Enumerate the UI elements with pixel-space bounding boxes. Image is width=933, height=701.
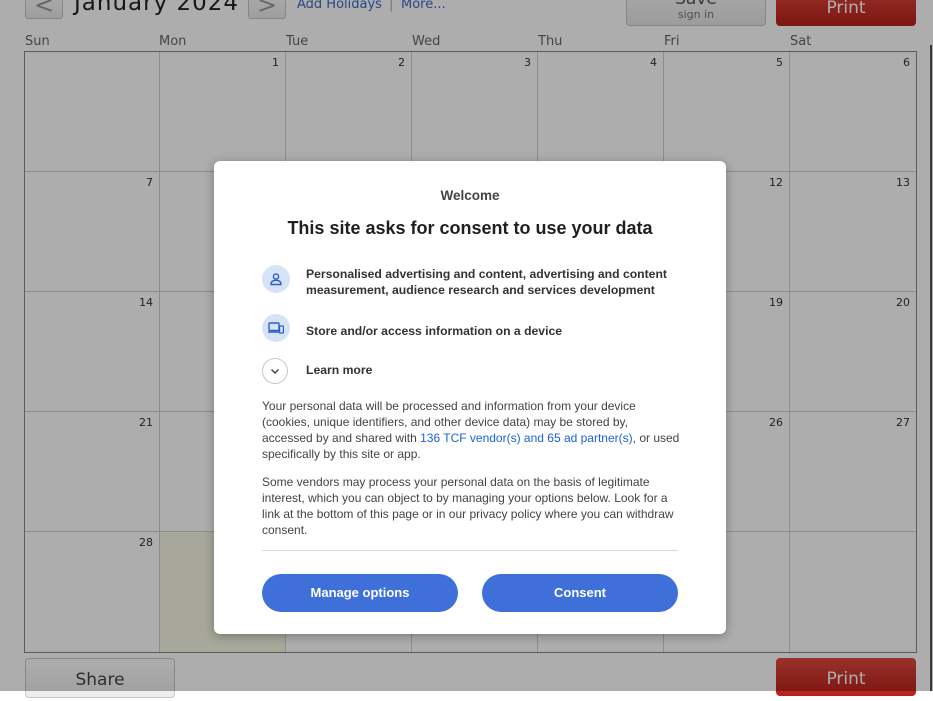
consent-button[interactable]: Consent — [482, 574, 678, 612]
vendor-partners-link[interactable]: 136 TCF vendor(s) and 65 ad partner(s) — [420, 431, 633, 445]
consent-heading: This site asks for consent to use your d… — [287, 218, 653, 238]
person-icon — [262, 265, 290, 293]
consent-paragraph-2: Some vendors may process your personal d… — [262, 475, 674, 537]
consent-paragraph-1: Your personal data will be processed and… — [262, 398, 680, 462]
learn-more-label[interactable]: Learn more — [306, 363, 372, 377]
manage-options-button[interactable]: Manage options — [262, 574, 458, 612]
purpose-personalised-ads: Personalised advertising and content, ad… — [306, 267, 667, 297]
consent-divider — [262, 550, 678, 551]
purpose-device-storage: Store and/or access information on a dev… — [306, 324, 563, 338]
learn-more-toggle[interactable] — [262, 358, 288, 384]
consent-welcome: Welcome — [440, 188, 500, 203]
devices-icon — [262, 314, 290, 342]
consent-dialog: Welcome This site asks for consent to us… — [214, 161, 726, 634]
chevron-down-icon — [270, 368, 280, 375]
